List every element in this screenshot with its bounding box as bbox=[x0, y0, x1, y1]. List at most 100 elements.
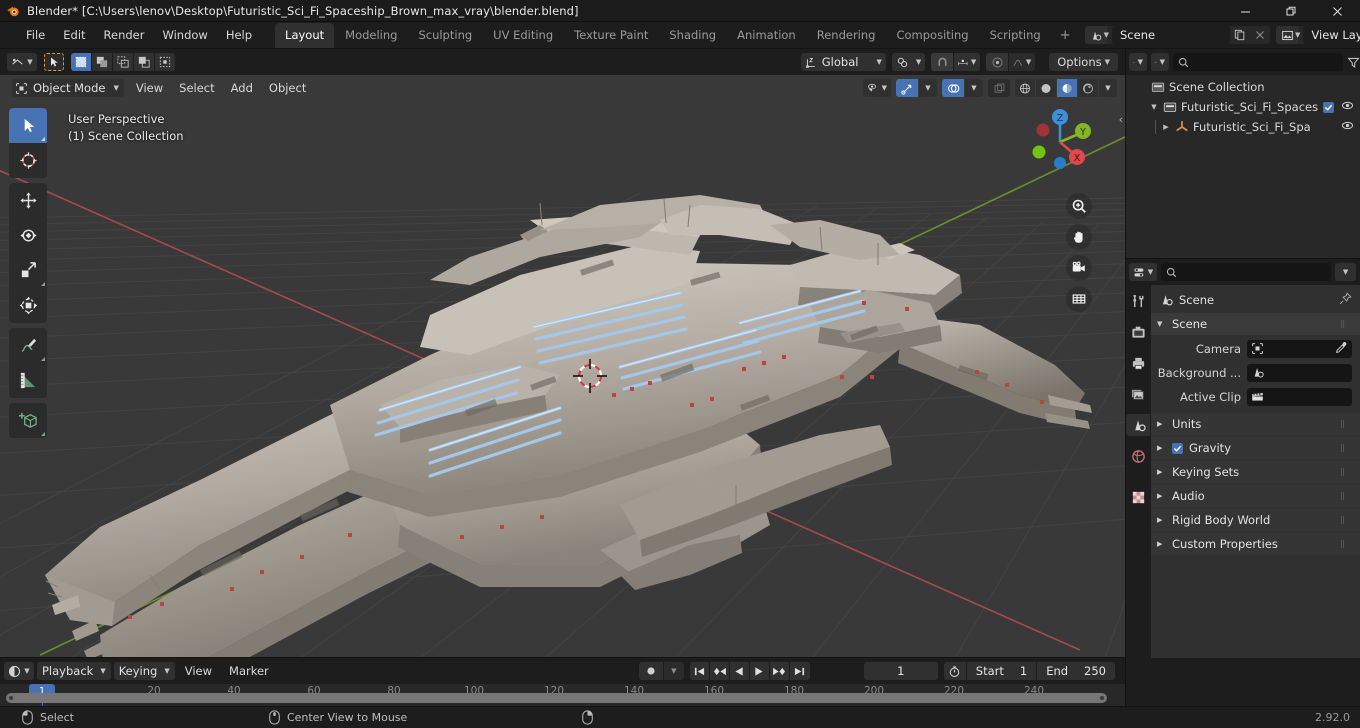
minimize-button[interactable] bbox=[1222, 0, 1268, 22]
outliner-row-scene-collection[interactable]: Scene Collection bbox=[1125, 77, 1360, 97]
outliner-search-box[interactable] bbox=[1173, 53, 1343, 71]
tool-move[interactable] bbox=[9, 183, 47, 218]
divider-viewport-timeline[interactable] bbox=[0, 657, 1125, 658]
select-intersect-button[interactable] bbox=[155, 53, 175, 71]
current-frame-field[interactable]: 1 bbox=[863, 662, 938, 680]
tool-cursor[interactable] bbox=[9, 143, 47, 178]
remove-scene-button[interactable] bbox=[1250, 26, 1270, 44]
timeline-editor-type-button[interactable]: ▼ bbox=[4, 662, 34, 680]
viewport-menu-select[interactable]: Select bbox=[171, 79, 222, 97]
pan-button[interactable] bbox=[1066, 224, 1092, 250]
panel-units[interactable]: ▶ Units ⣿ bbox=[1151, 413, 1360, 435]
jump-to-end-button[interactable] bbox=[789, 662, 810, 680]
outliner-row-object[interactable]: ▶ Futuristic_Sci_Fi_Spa bbox=[1125, 117, 1360, 137]
menu-edit[interactable]: Edit bbox=[54, 25, 94, 45]
outliner-search-input[interactable] bbox=[1193, 55, 1338, 69]
viewport-menu-object[interactable]: Object bbox=[261, 79, 314, 97]
panel-scene[interactable]: ▼ Scene ⣿ bbox=[1151, 313, 1360, 335]
scene-name[interactable]: Scene bbox=[1112, 26, 1230, 44]
editor-type-button[interactable]: ▼ bbox=[7, 53, 37, 71]
tool-rotate[interactable] bbox=[9, 218, 47, 253]
viewport-menu-add[interactable]: Add bbox=[223, 79, 261, 97]
tab-uv-editing[interactable]: UV Editing bbox=[483, 23, 563, 48]
pin-id-button[interactable] bbox=[1339, 292, 1352, 308]
scene-selector[interactable]: ▼ Scene bbox=[1084, 26, 1270, 44]
auto-keying-options-button[interactable]: ▼ bbox=[663, 662, 684, 680]
tool-tweak-select[interactable] bbox=[9, 108, 47, 143]
gravity-checkbox[interactable] bbox=[1172, 442, 1183, 454]
timeline-menu-marker[interactable]: Marker bbox=[222, 662, 276, 680]
tab-view-layer[interactable] bbox=[1126, 383, 1150, 405]
transform-orientation-selector[interactable]: Global ▼ bbox=[800, 53, 886, 71]
jump-to-start-button[interactable] bbox=[689, 662, 710, 680]
panel-gravity[interactable]: ▶ Gravity ⣿ bbox=[1151, 437, 1360, 459]
camera-field[interactable] bbox=[1247, 339, 1352, 358]
shading-options-button[interactable]: ▼ bbox=[1099, 79, 1117, 97]
tool-transform[interactable] bbox=[9, 288, 47, 323]
zoom-button[interactable] bbox=[1066, 193, 1092, 219]
navigation-gizmo[interactable]: Z Y X bbox=[1023, 105, 1097, 179]
shading-rendered-button[interactable] bbox=[1078, 79, 1098, 97]
menu-help[interactable]: Help bbox=[217, 25, 261, 45]
properties-search-input[interactable] bbox=[1181, 265, 1327, 279]
end-frame-field[interactable]: End 250 bbox=[1036, 662, 1115, 680]
options-button[interactable]: Options ▼ bbox=[1049, 53, 1118, 71]
gizmo-options-button[interactable]: ▼ bbox=[919, 79, 937, 97]
timeline-menu-view[interactable]: View bbox=[178, 662, 219, 680]
show-gizmo-button[interactable] bbox=[896, 79, 918, 97]
panel-audio[interactable]: ▶ Audio ⣿ bbox=[1151, 485, 1360, 507]
show-overlays-button[interactable] bbox=[942, 79, 964, 97]
shading-material-preview-button[interactable] bbox=[1057, 79, 1077, 97]
overlay-options-button[interactable]: ▼ bbox=[965, 79, 983, 97]
timeline-ruler[interactable]: 20 40 60 80 100 120 140 160 180 200 220 … bbox=[0, 684, 1125, 706]
snap-mode-button[interactable]: ▼ bbox=[954, 53, 981, 71]
maximize-button[interactable] bbox=[1268, 0, 1314, 22]
view-layer-name[interactable]: View Layer bbox=[1303, 26, 1360, 44]
tab-world[interactable] bbox=[1126, 445, 1150, 467]
tab-scene[interactable] bbox=[1126, 414, 1150, 436]
object-mode-selector[interactable]: Object Mode ▼ bbox=[12, 79, 124, 97]
select-invert-button[interactable] bbox=[134, 53, 154, 71]
outliner-row-collection[interactable]: ▼ Futuristic_Sci_Fi_Spaces bbox=[1125, 97, 1360, 117]
select-set-button[interactable] bbox=[71, 53, 91, 71]
shading-wireframe-button[interactable] bbox=[1015, 79, 1035, 97]
sidebar-collapse-arrow-icon[interactable]: ‹ bbox=[1119, 113, 1123, 126]
viewport-menu-view[interactable]: View bbox=[128, 79, 171, 97]
scrollbar-handle-right[interactable] bbox=[1100, 696, 1104, 700]
auto-keying-button[interactable] bbox=[638, 662, 663, 680]
menu-file[interactable]: File bbox=[17, 25, 54, 45]
tab-shading[interactable]: Shading bbox=[659, 23, 726, 48]
select-extend-button[interactable] bbox=[92, 53, 112, 71]
disclosure-triangle[interactable]: ▶ bbox=[1161, 123, 1171, 131]
tool-annotate[interactable] bbox=[9, 328, 47, 363]
visibility-eye-button[interactable] bbox=[1341, 99, 1354, 115]
playback-menu[interactable]: Playback ▼ bbox=[37, 662, 111, 680]
outliner-filter-button[interactable] bbox=[1347, 56, 1360, 69]
toggle-ortho-button[interactable] bbox=[1066, 286, 1092, 312]
snap-toggle-button[interactable] bbox=[931, 53, 954, 71]
background-scene-field[interactable] bbox=[1247, 363, 1352, 382]
use-preview-range-button[interactable] bbox=[943, 662, 966, 680]
start-frame-field[interactable]: Start 1 bbox=[965, 662, 1037, 680]
view-layer-selector[interactable]: ▼ View Layer bbox=[1276, 26, 1360, 44]
outliner-editor-type-button[interactable]: ▼ bbox=[1129, 53, 1147, 71]
snap-pivot-selector[interactable]: ▼ bbox=[891, 53, 926, 71]
select-subtract-button[interactable] bbox=[113, 53, 133, 71]
tab-layout[interactable]: Layout bbox=[275, 22, 335, 48]
tab-texture[interactable] bbox=[1126, 486, 1150, 508]
panel-rigid-body-world[interactable]: ▶ Rigid Body World ⣿ bbox=[1151, 509, 1360, 531]
scrollbar-handle-left[interactable] bbox=[9, 696, 13, 700]
tab-output[interactable] bbox=[1126, 352, 1150, 374]
next-keyframe-button[interactable] bbox=[769, 662, 790, 680]
cursor-tool-button[interactable] bbox=[44, 53, 64, 71]
tab-animation[interactable]: Animation bbox=[727, 23, 806, 48]
shading-solid-button[interactable] bbox=[1036, 79, 1056, 97]
menu-window[interactable]: Window bbox=[153, 25, 216, 45]
visibility-selector[interactable]: ▼ bbox=[863, 79, 891, 97]
tool-measure[interactable] bbox=[9, 363, 47, 398]
collection-enable-checkbox[interactable] bbox=[1323, 101, 1334, 113]
panel-keying-sets[interactable]: ▶ Keying Sets ⣿ bbox=[1151, 461, 1360, 483]
menu-render[interactable]: Render bbox=[95, 25, 154, 45]
tab-tool[interactable] bbox=[1126, 290, 1150, 312]
properties-editor-type-button[interactable]: ▼ bbox=[1129, 263, 1158, 281]
